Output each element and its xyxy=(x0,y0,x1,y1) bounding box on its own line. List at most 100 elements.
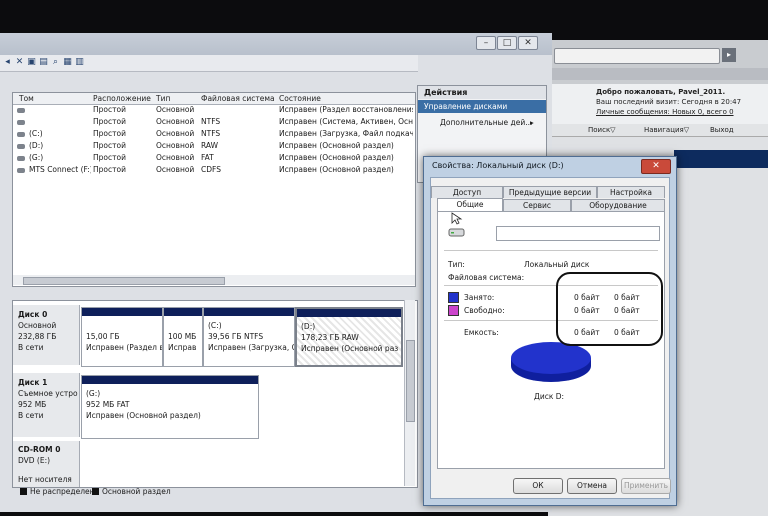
close-window-button[interactable]: ✕ xyxy=(518,36,538,50)
partition-g[interactable]: (G:) 952 МБ FAT Исправен (Основной разде… xyxy=(81,375,259,439)
drive-icon xyxy=(17,108,25,113)
delete-icon[interactable]: ✕ xyxy=(14,57,25,68)
list-icon[interactable]: ▥ xyxy=(74,57,85,68)
disk-1-header[interactable]: Диск 1 Съемное устро 952 МБ В сети xyxy=(13,373,80,437)
table-row[interactable]: (D:) Простой Основной RAW Исправен (Осно… xyxy=(13,141,415,152)
tab-general[interactable]: Общие xyxy=(437,198,503,212)
table-row[interactable]: MTS Connect (F:) Простой Основной CDFS И… xyxy=(13,165,415,176)
legend: Не распределен Основной раздел xyxy=(12,486,416,498)
partition-status: Исправен (Основной раз xyxy=(301,344,399,353)
partition-bar xyxy=(297,309,401,317)
scrollbar-thumb[interactable] xyxy=(406,340,415,422)
column-header[interactable]: Том xyxy=(19,94,34,103)
disk-size: 952 МБ xyxy=(18,400,47,409)
partition-size: 178,23 ГБ RAW xyxy=(301,333,359,342)
disk-name: Диск 0 xyxy=(18,310,48,319)
volume-name: (D:) xyxy=(29,141,44,150)
partition-size: 100 МБ xyxy=(168,332,197,341)
volume-name-input[interactable] xyxy=(496,226,660,241)
search-icon[interactable]: ⌕ xyxy=(50,57,61,68)
volume-fs: RAW xyxy=(201,141,219,150)
scrollbar-thumb[interactable] xyxy=(23,277,225,285)
minimize-button[interactable]: – xyxy=(476,36,496,50)
volume-status: Исправен (Основной раздел) xyxy=(279,153,394,162)
column-header[interactable]: Расположение xyxy=(93,94,151,103)
volume-status: Исправен (Система, Активен, Основной xyxy=(279,117,413,126)
welcome-panel: Добро пожаловать, Pavel_2011. Ваш послед… xyxy=(548,84,768,127)
partition-d[interactable]: (D:) 178,23 ГБ RAW Исправен (Основной ра… xyxy=(295,307,403,367)
volume-layout: Простой xyxy=(93,117,126,126)
action-disk-management[interactable]: Управление дисками xyxy=(418,100,546,113)
help-icon[interactable]: ▦ xyxy=(62,57,73,68)
exit-link[interactable]: Выход xyxy=(710,126,734,134)
legend-primary: Основной раздел xyxy=(102,487,171,496)
tab-tools[interactable]: Сервис xyxy=(503,199,571,211)
volume-type: Основной xyxy=(156,153,195,162)
address-bar[interactable] xyxy=(554,48,720,64)
column-header[interactable]: Тип xyxy=(156,94,170,103)
ok-button[interactable]: ОК xyxy=(513,478,563,494)
column-header[interactable]: Файловая система xyxy=(201,94,275,103)
actions-title: Действия xyxy=(418,86,546,99)
tab-access[interactable]: Доступ xyxy=(431,186,503,198)
table-row[interactable]: Простой Основной NTFS Исправен (Система,… xyxy=(13,117,415,128)
disk-kind: Основной xyxy=(18,321,57,330)
partition-size: 952 МБ FAT xyxy=(86,400,130,409)
go-button[interactable]: ▸ xyxy=(722,48,736,62)
column-header[interactable]: Состояние xyxy=(279,94,321,103)
divider xyxy=(444,250,658,251)
disk-state: В сети xyxy=(18,411,44,420)
private-messages-link[interactable]: Личные сообщения: Новых 0, всего 0 xyxy=(596,108,734,116)
free-label: Свободно: xyxy=(464,306,505,315)
volume-fs: NTFS xyxy=(201,129,221,138)
partition-status: Исправен (Раздел в xyxy=(86,343,163,352)
horizontal-scrollbar[interactable] xyxy=(13,275,415,285)
tab-previous-versions[interactable]: Предыдущие версии xyxy=(503,186,597,198)
cancel-button[interactable]: Отмена xyxy=(567,478,617,494)
tab-customize[interactable]: Настройка xyxy=(597,186,665,198)
partition-bar xyxy=(164,308,202,316)
cdrom-header[interactable]: CD-ROM 0 DVD (E:) Нет носителя xyxy=(13,441,80,487)
table-row[interactable]: (G:) Простой Основной FAT Исправен (Осно… xyxy=(13,153,415,164)
volume-name: (C:) xyxy=(29,129,43,138)
unallocated-swatch xyxy=(20,488,27,495)
table-row[interactable]: (C:) Простой Основной NTFS Исправен (Заг… xyxy=(13,129,415,140)
volume-status: Исправен (Загрузка, Файл подкачк xyxy=(279,129,413,138)
tab-hardware[interactable]: Оборудование xyxy=(571,199,665,211)
maximize-button[interactable]: □ xyxy=(497,36,517,50)
disk-0-header[interactable]: Диск 0 Основной 232,88 ГБ В сети xyxy=(13,305,80,365)
volume-layout: Простой xyxy=(93,165,126,174)
volume-layout: Простой xyxy=(93,105,126,114)
back-icon[interactable]: ◂ xyxy=(2,57,13,68)
drive-icon xyxy=(448,228,465,237)
search-menu[interactable]: Поиск▽ xyxy=(588,126,616,134)
vertical-scrollbar[interactable] xyxy=(404,300,415,486)
header-band xyxy=(674,150,768,168)
action-more[interactable]: Дополнительные дей... ▸ xyxy=(418,116,546,129)
volume-type: Основной xyxy=(156,129,195,138)
last-visit-text: Ваш последний визит: Сегодня в 20:47 xyxy=(596,98,742,106)
partition-recovery[interactable]: 15,00 ГБ Исправен (Раздел в xyxy=(81,307,163,367)
volume-layout: Простой xyxy=(93,129,126,138)
properties-icon[interactable]: ▤ xyxy=(38,57,49,68)
dialog-close-button[interactable]: ✕ xyxy=(641,159,671,174)
volume-type: Основной xyxy=(156,105,195,114)
disk-kind: Съемное устро xyxy=(18,389,78,398)
free-swatch xyxy=(448,305,459,316)
drive-icon xyxy=(17,132,25,137)
partition-status: Исправен (Загрузка, С xyxy=(208,343,295,352)
type-label: Тип: xyxy=(448,260,465,269)
partition-c[interactable]: (C:) 39,56 ГБ NTFS Исправен (Загрузка, С xyxy=(203,307,295,367)
drive-icon xyxy=(17,156,25,161)
disk-size: 232,88 ГБ xyxy=(18,332,57,341)
partition-system[interactable]: 100 МБ Исправ xyxy=(163,307,203,367)
volume-status: Исправен (Основной раздел) xyxy=(279,141,394,150)
window-titlebar[interactable]: – □ ✕ xyxy=(0,33,552,55)
folder-icon[interactable]: ▣ xyxy=(26,57,37,68)
legend-unallocated: Не распределен xyxy=(30,487,95,496)
fs-label: Файловая система: xyxy=(448,273,525,282)
table-row[interactable]: Простой Основной Исправен (Раздел восста… xyxy=(13,105,415,116)
apply-button[interactable]: Применить xyxy=(621,478,671,494)
disk-name: CD-ROM 0 xyxy=(18,445,61,454)
navigation-menu[interactable]: Навигация▽ xyxy=(644,126,689,134)
